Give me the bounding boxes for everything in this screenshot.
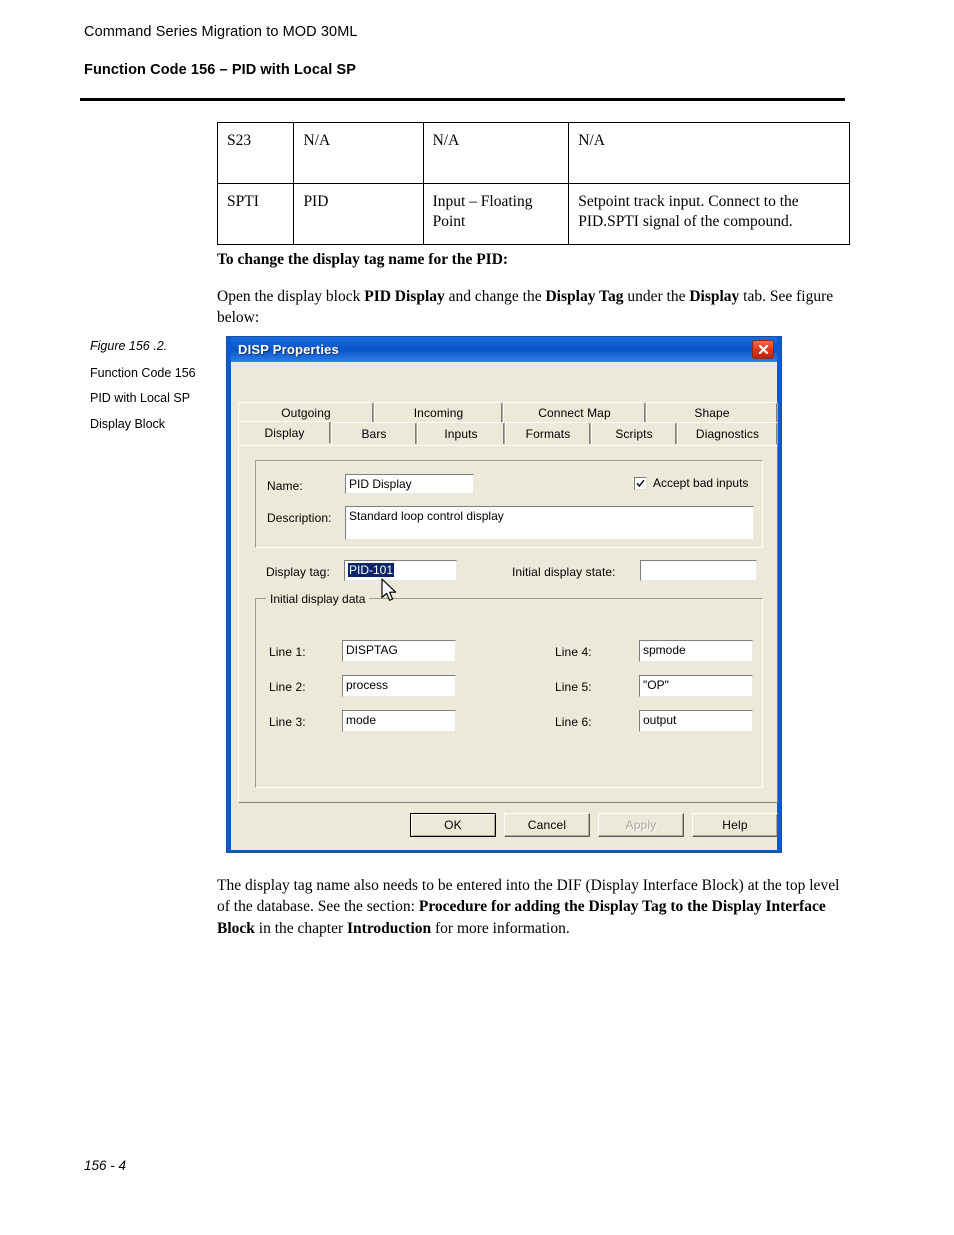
section-heading: To change the display tag name for the P… [217, 251, 509, 268]
tab-row-lower: Display Bars Inputs Formats Scripts Diag… [238, 421, 778, 444]
line-6-label: Line 6: [555, 715, 592, 729]
page-header-title: Command Series Migration to MOD 30ML [84, 24, 358, 40]
name-description-group: Name: PID Display Accept bad inputs Desc… [255, 460, 763, 548]
table-row: SPTI PID Input – Floating Point Setpoint… [216, 183, 850, 245]
table-cell-block: PID [293, 183, 424, 245]
table-cell-description: N/A [568, 122, 850, 184]
tab-bars[interactable]: Bars [331, 422, 417, 444]
figure-caption-title: Figure 156 .2. [90, 339, 168, 353]
tab-shape[interactable]: Shape [646, 402, 778, 423]
tab-incoming[interactable]: Incoming [374, 402, 503, 423]
figure-caption-line: Function Code 156 [90, 365, 196, 380]
table-body: S23 N/A N/A N/A SPTI PID Input – Floatin… [216, 122, 850, 245]
page-footer: 156 - 4 [84, 1158, 127, 1173]
display-tag-input[interactable]: PID-101 [344, 560, 457, 581]
line-3-label: Line 3: [269, 715, 306, 729]
tab-row-upper: Outgoing Incoming Connect Map Shape [238, 402, 778, 423]
figure-caption: Figure 156 .2. Function Code 156 PID wit… [90, 339, 212, 443]
description-input[interactable]: Standard loop control display [345, 506, 754, 540]
dialog-button-row: OK Cancel Apply Help [238, 813, 778, 839]
line-3-input[interactable]: mode [342, 710, 456, 732]
table-cell-description: Setpoint track input. Connect to the PID… [568, 183, 850, 245]
line-1-label: Line 1: [269, 645, 306, 659]
tab-outgoing[interactable]: Outgoing [238, 402, 374, 423]
line-5-input[interactable]: "OP" [639, 675, 753, 697]
intro-paragraph: Open the display block PID Display and c… [217, 288, 834, 327]
checkbox-checked-icon [634, 476, 647, 490]
disp-properties-dialog: DISP Properties Outgoing Incoming Connec… [226, 336, 782, 853]
line-4-input[interactable]: spmode [639, 640, 753, 662]
display-tab-panel: Name: PID Display Accept bad inputs Desc… [238, 445, 778, 803]
table-cell-signal: SPTI [216, 183, 295, 245]
figure-caption-line: PID with Local SP [90, 391, 191, 406]
line-2-input[interactable]: process [342, 675, 456, 697]
line-5-label: Line 5: [555, 680, 592, 694]
signal-spec-table: S23 N/A N/A N/A SPTI PID Input – Floatin… [216, 122, 850, 245]
ok-button[interactable]: OK [410, 813, 496, 837]
figure-caption-line: Display Block [90, 416, 166, 431]
tab-display[interactable]: Display [238, 421, 331, 444]
initial-display-data-group: Initial display data Line 1: DISPTAG Lin… [255, 592, 763, 788]
description-label: Description: [267, 511, 332, 525]
name-label: Name: [267, 479, 303, 493]
tab-formats[interactable]: Formats [505, 422, 591, 444]
table-row: S23 N/A N/A N/A [216, 122, 850, 184]
dialog-title: DISP Properties [238, 342, 340, 357]
initial-display-state-input[interactable] [640, 560, 757, 581]
table-cell-type: N/A [422, 122, 570, 184]
tab-inputs[interactable]: Inputs [417, 422, 505, 444]
apply-button: Apply [598, 813, 684, 837]
line-1-input[interactable]: DISPTAG [342, 640, 456, 662]
page-header-subtitle: Function Code 156 – PID with Local SP [84, 62, 356, 78]
line-6-input[interactable]: output [639, 710, 753, 732]
line-2-label: Line 2: [269, 680, 306, 694]
header-divider [80, 98, 845, 101]
tab-connect-map[interactable]: Connect Map [503, 402, 646, 423]
line-4-label: Line 4: [555, 645, 592, 659]
close-icon[interactable] [752, 340, 774, 359]
table-cell-type: Input – Floating Point [422, 183, 570, 245]
dialog-body: Outgoing Incoming Connect Map Shape Disp… [231, 362, 778, 850]
outro-paragraph: The display tag name also needs to be en… [217, 877, 840, 937]
display-tag-selected-text: PID-101 [348, 563, 395, 577]
table-cell-signal: S23 [216, 122, 295, 184]
initial-display-data-legend: Initial display data [266, 592, 370, 606]
accept-bad-inputs-checkbox[interactable]: Accept bad inputs [634, 476, 748, 490]
display-tag-label: Display tag: [266, 565, 330, 579]
accept-bad-inputs-label: Accept bad inputs [653, 476, 749, 490]
tab-diagnostics[interactable]: Diagnostics [677, 422, 778, 444]
tab-scripts[interactable]: Scripts [591, 422, 677, 444]
initial-display-state-label: Initial display state: [512, 565, 616, 579]
tab-strip: Outgoing Incoming Connect Map Shape Disp… [238, 402, 778, 446]
table-cell-block: N/A [293, 122, 424, 184]
name-input[interactable]: PID Display [345, 474, 474, 494]
cancel-button[interactable]: Cancel [504, 813, 590, 837]
dialog-titlebar[interactable]: DISP Properties [231, 337, 777, 362]
help-button[interactable]: Help [692, 813, 778, 837]
